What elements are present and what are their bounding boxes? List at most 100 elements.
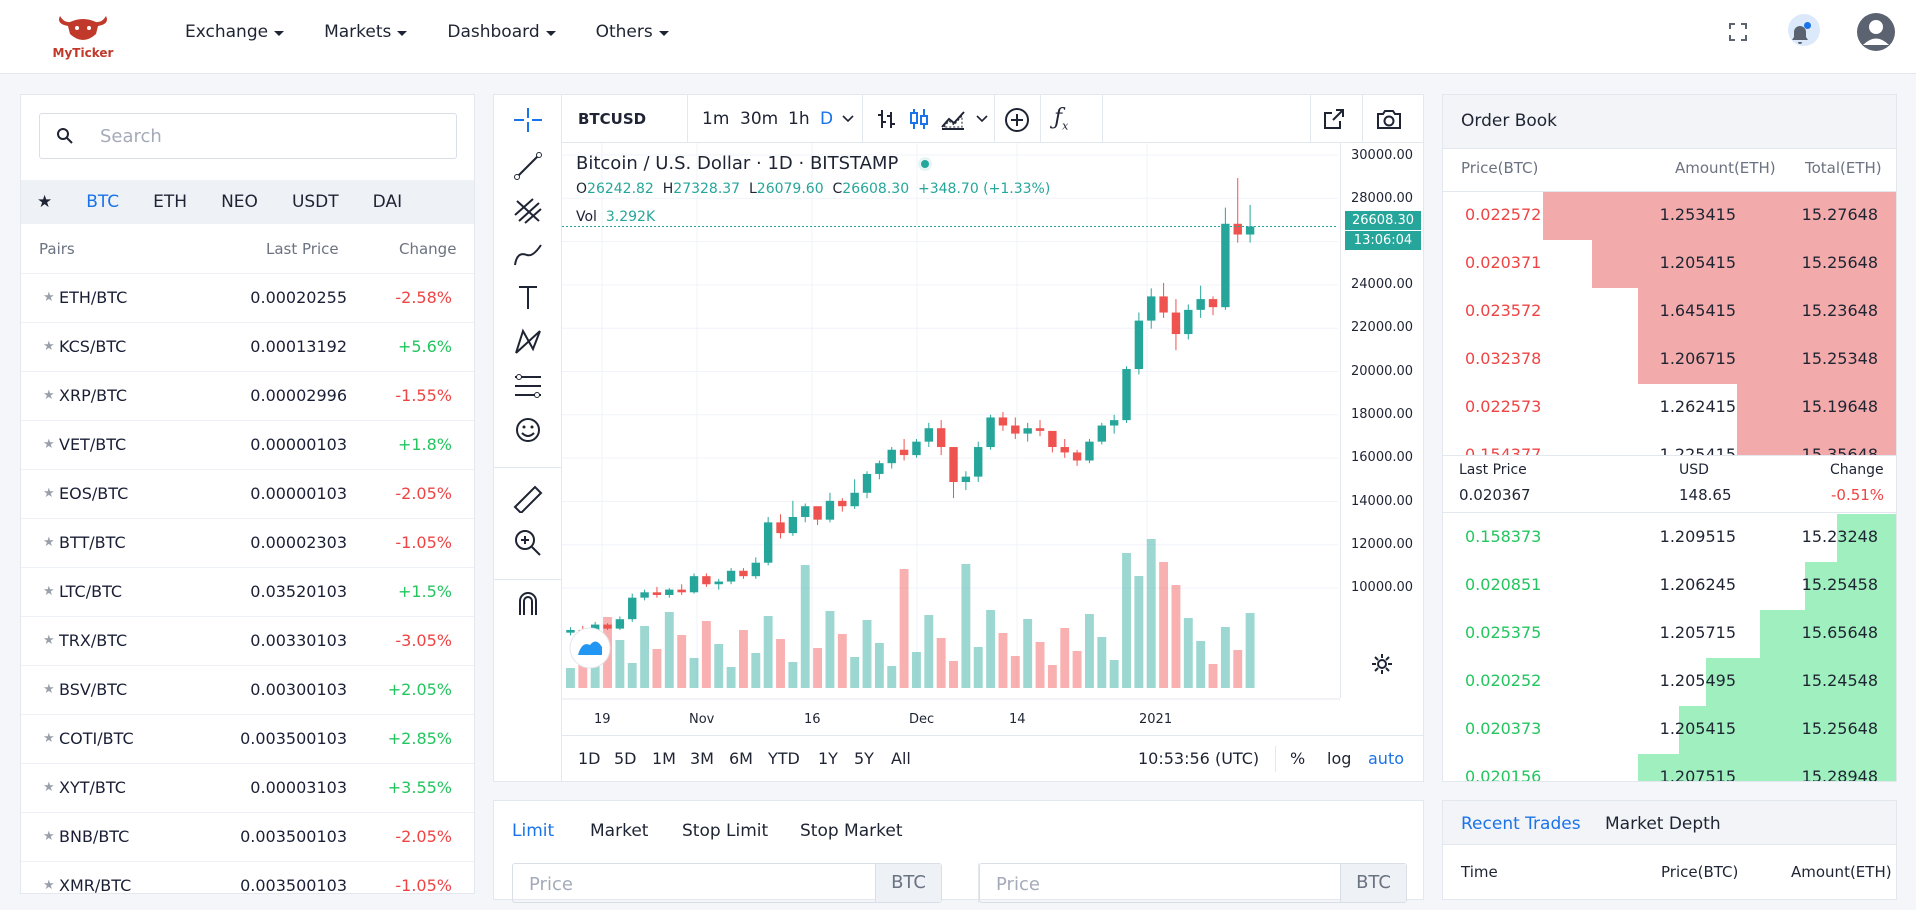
buy-price-input[interactable]: Price BTC: [512, 863, 942, 903]
fx-icon[interactable]: ƒx: [1054, 105, 1068, 132]
asks-row[interactable]: 0.032378 1.206715 15.25348: [1443, 336, 1896, 384]
tab-stop-limit[interactable]: Stop Limit: [682, 821, 768, 841]
tab-neo[interactable]: NEO: [221, 192, 258, 212]
notifications-button[interactable]: [1784, 14, 1820, 50]
fullscreen-icon[interactable]: [1728, 22, 1748, 42]
asks-row[interactable]: 0.023572 1.645415 15.23648: [1443, 288, 1896, 336]
table-row[interactable]: ★ XRP/BTC 0.00002996 -1.55%: [21, 371, 474, 420]
range-3m[interactable]: 3M: [690, 749, 714, 768]
settings-gear-icon[interactable]: [1371, 653, 1393, 675]
asks-row[interactable]: 0.020371 1.205415 15.25648: [1443, 240, 1896, 288]
ruler-icon[interactable]: [511, 483, 545, 513]
star-icon[interactable]: ★: [43, 388, 55, 403]
zoom-in-icon[interactable]: [511, 527, 545, 557]
bids-row[interactable]: 0.025375 1.205715 15.65648: [1443, 610, 1896, 658]
range-all[interactable]: All: [891, 749, 911, 768]
tab-dai[interactable]: DAI: [373, 192, 402, 212]
tab-market-depth[interactable]: Market Depth: [1605, 814, 1721, 834]
percent-scale-toggle[interactable]: %: [1290, 749, 1305, 768]
tab-market[interactable]: Market: [590, 821, 648, 841]
nav-dashboard[interactable]: Dashboard: [447, 22, 556, 42]
table-row[interactable]: ★ BNB/BTC 0.003500103 -2.05%: [21, 812, 474, 861]
utc-clock[interactable]: 10:53:56 (UTC): [1138, 749, 1259, 768]
tab-stop-market[interactable]: Stop Market: [800, 821, 903, 841]
table-row[interactable]: ★ EOS/BTC 0.00000103 -2.05%: [21, 469, 474, 518]
nav-exchange[interactable]: Exchange: [185, 22, 285, 42]
pattern-icon[interactable]: [511, 327, 545, 357]
camera-icon[interactable]: [1375, 107, 1403, 131]
range-6m[interactable]: 6M: [729, 749, 753, 768]
tab-usdt[interactable]: USDT: [292, 192, 339, 212]
star-icon[interactable]: ★: [43, 829, 55, 844]
brush-icon[interactable]: [511, 239, 545, 269]
interval-1m[interactable]: 1m: [702, 109, 729, 129]
sell-price-input[interactable]: Price BTC: [979, 863, 1407, 903]
log-scale-toggle[interactable]: log: [1327, 749, 1351, 768]
table-row[interactable]: ★ COTI/BTC 0.003500103 +2.85%: [21, 714, 474, 763]
auto-scale-toggle[interactable]: auto: [1368, 749, 1404, 768]
star-icon[interactable]: ★: [43, 584, 55, 599]
price-chart[interactable]: 19 Nov 16 Dec 14 2021: [562, 143, 1340, 735]
bids-row[interactable]: 0.158373 1.209515 15.23248: [1443, 514, 1896, 562]
star-icon[interactable]: ★: [43, 437, 55, 452]
add-indicator-icon[interactable]: [1004, 107, 1030, 133]
favorites-star-icon[interactable]: ★: [37, 192, 52, 212]
chevron-down-icon[interactable]: [842, 115, 854, 123]
range-5d[interactable]: 5D: [614, 749, 637, 768]
search-input[interactable]: Search: [39, 113, 457, 159]
crosshair-icon[interactable]: [511, 105, 545, 135]
table-row[interactable]: ★ TRX/BTC 0.00330103 -3.05%: [21, 616, 474, 665]
star-icon[interactable]: ★: [43, 780, 55, 795]
chevron-down-icon[interactable]: [976, 115, 988, 123]
star-icon[interactable]: ★: [43, 878, 55, 893]
range-1y[interactable]: 1Y: [818, 749, 838, 768]
table-row[interactable]: ★ XYT/BTC 0.00003103 +3.55%: [21, 763, 474, 812]
table-row[interactable]: ★ BSV/BTC 0.00300103 +2.05%: [21, 665, 474, 714]
bids-row[interactable]: 0.020851 1.206245 15.25458: [1443, 562, 1896, 610]
interval-d[interactable]: D: [820, 109, 833, 129]
avatar[interactable]: [1856, 12, 1896, 52]
bids-row[interactable]: 0.020252 1.205495 15.24548: [1443, 658, 1896, 706]
table-row[interactable]: ★ KCS/BTC 0.00013192 +5.6%: [21, 322, 474, 371]
nav-others[interactable]: Others: [596, 22, 669, 42]
candles-style-icon[interactable]: [907, 107, 931, 131]
symbol-selector[interactable]: BTCUSD: [578, 110, 646, 128]
range-5y[interactable]: 5Y: [854, 749, 874, 768]
table-row[interactable]: ★ XMR/BTC 0.003500103 -1.05%: [21, 861, 474, 910]
bars-style-icon[interactable]: [874, 107, 898, 131]
star-icon[interactable]: ★: [43, 339, 55, 354]
asks-row[interactable]: 0.022572 1.253415 15.27648: [1443, 192, 1896, 240]
col-last-price[interactable]: Last Price: [266, 240, 339, 258]
tab-eth[interactable]: ETH: [153, 192, 187, 212]
star-icon[interactable]: ★: [43, 682, 55, 697]
star-icon[interactable]: ★: [43, 535, 55, 550]
text-tool-icon[interactable]: [511, 283, 545, 313]
tab-btc[interactable]: BTC: [86, 192, 119, 212]
star-icon[interactable]: ★: [43, 290, 55, 305]
emoji-icon[interactable]: [511, 415, 545, 445]
nav-markets[interactable]: Markets: [324, 22, 408, 42]
star-icon[interactable]: ★: [43, 731, 55, 746]
price-axis[interactable]: 30000.00 28000.00 24000.00 22000.00 2000…: [1340, 143, 1423, 698]
interval-1h[interactable]: 1h: [788, 109, 810, 129]
magnet-icon[interactable]: [511, 589, 545, 619]
table-row[interactable]: ★ VET/BTC 0.00000103 +1.8%: [21, 420, 474, 469]
table-row[interactable]: ★ BTT/BTC 0.00002303 -1.05%: [21, 518, 474, 567]
bids-row[interactable]: 0.020373 1.205415 15.25648: [1443, 706, 1896, 754]
asks-row[interactable]: 0.022573 1.262415 15.19648: [1443, 384, 1896, 432]
area-style-icon[interactable]: [940, 107, 966, 131]
pitchfork-icon[interactable]: [511, 195, 545, 225]
tab-limit[interactable]: Limit: [512, 821, 554, 841]
col-change[interactable]: Change: [399, 240, 456, 258]
range-ytd[interactable]: YTD: [768, 749, 800, 768]
table-row[interactable]: ★ ETH/BTC 0.00020255 -2.58%: [21, 273, 474, 322]
popout-icon[interactable]: [1322, 107, 1346, 131]
col-pairs[interactable]: Pairs: [39, 240, 75, 258]
star-icon[interactable]: ★: [43, 633, 55, 648]
trend-line-icon[interactable]: [511, 151, 545, 181]
table-row[interactable]: ★ LTC/BTC 0.03520103 +1.5%: [21, 567, 474, 616]
interval-30m[interactable]: 30m: [740, 109, 778, 129]
star-icon[interactable]: ★: [43, 486, 55, 501]
bids-row[interactable]: 0.020156 1.207515 15.28948: [1443, 754, 1896, 781]
range-1m[interactable]: 1M: [652, 749, 676, 768]
